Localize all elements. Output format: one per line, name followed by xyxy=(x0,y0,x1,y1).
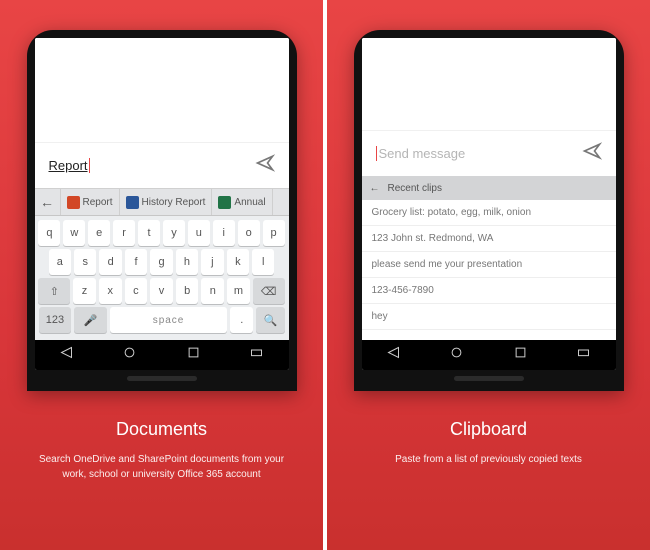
key-v[interactable]: v xyxy=(150,278,173,304)
key-shift[interactable]: ⇧ xyxy=(38,278,70,304)
key-b[interactable]: b xyxy=(176,278,199,304)
message-area: Send message xyxy=(362,38,616,176)
key-p[interactable]: p xyxy=(263,220,285,246)
key-y[interactable]: y xyxy=(163,220,185,246)
key-z[interactable]: z xyxy=(73,278,96,304)
key-g[interactable]: g xyxy=(150,249,172,275)
key-k[interactable]: k xyxy=(227,249,249,275)
back-icon[interactable]: ← xyxy=(35,189,61,215)
nav-home-icon[interactable] xyxy=(122,345,137,365)
key-l[interactable]: l xyxy=(252,249,274,275)
key-i[interactable]: i xyxy=(213,220,235,246)
powerpoint-icon xyxy=(67,196,80,209)
send-icon[interactable] xyxy=(255,153,275,178)
message-input[interactable]: Send message xyxy=(376,146,582,161)
suggestion-bar: ← Report History Report Annual xyxy=(35,188,289,216)
key-e[interactable]: e xyxy=(88,220,110,246)
clipboard-item[interactable]: Grocery list: potato, egg, milk, onion xyxy=(362,200,616,226)
keyboard: q w e r t y u i o p a s d f g h xyxy=(35,216,289,340)
key-space[interactable]: space xyxy=(110,307,227,333)
clipboard-header-label: Recent clips xyxy=(388,183,442,194)
key-h[interactable]: h xyxy=(176,249,198,275)
clipboard-list: Grocery list: potato, egg, milk, onion 1… xyxy=(362,200,616,340)
suggestion-item[interactable]: Annual xyxy=(212,189,272,215)
panel-documents: Report ← Report History Report xyxy=(0,0,323,550)
clipboard-header: ← Recent clips xyxy=(362,176,616,200)
caption-subtitle: Paste from a list of previously copied t… xyxy=(395,452,582,467)
nav-back-icon[interactable] xyxy=(59,345,74,365)
excel-icon xyxy=(218,196,231,209)
key-o[interactable]: o xyxy=(238,220,260,246)
clipboard-item[interactable]: 123-456-7890 xyxy=(362,278,616,304)
key-x[interactable]: x xyxy=(99,278,122,304)
key-m[interactable]: m xyxy=(227,278,250,304)
key-d[interactable]: d xyxy=(99,249,121,275)
suggestion-label: History Report xyxy=(142,197,206,208)
suggestion-item[interactable]: Report xyxy=(61,189,120,215)
phone-screen: Send message ← Recent clips Grocery list… xyxy=(362,38,616,370)
phone-speaker xyxy=(127,376,197,381)
suggestion-label: Report xyxy=(83,197,113,208)
mic-icon: 🎤 xyxy=(84,314,98,327)
caption-title: Clipboard xyxy=(450,419,527,440)
message-area: Report xyxy=(35,38,289,188)
message-input-row: Report xyxy=(35,142,289,188)
word-icon xyxy=(126,196,139,209)
message-input-row: Send message xyxy=(362,130,616,176)
phone-screen: Report ← Report History Report xyxy=(35,38,289,370)
key-backspace[interactable]: ⌫ xyxy=(253,278,285,304)
key-c[interactable]: c xyxy=(125,278,148,304)
key-f[interactable]: f xyxy=(125,249,147,275)
android-navbar xyxy=(362,340,616,370)
clipboard-item[interactable]: please send me your presentation xyxy=(362,252,616,278)
nav-recent-icon[interactable] xyxy=(513,345,528,365)
nav-keyboard-icon[interactable] xyxy=(576,345,591,365)
search-icon: 🔍 xyxy=(264,314,278,327)
send-icon[interactable] xyxy=(582,141,602,166)
message-input[interactable]: Report xyxy=(49,158,255,173)
nav-recent-icon[interactable] xyxy=(186,345,201,365)
key-u[interactable]: u xyxy=(188,220,210,246)
key-j[interactable]: j xyxy=(201,249,223,275)
key-period[interactable]: . xyxy=(230,307,253,333)
panel-clipboard: Send message ← Recent clips Grocery list… xyxy=(327,0,650,550)
phone-frame: Send message ← Recent clips Grocery list… xyxy=(354,30,624,391)
key-w[interactable]: w xyxy=(63,220,85,246)
key-n[interactable]: n xyxy=(201,278,224,304)
key-a[interactable]: a xyxy=(49,249,71,275)
nav-back-icon[interactable] xyxy=(386,345,401,365)
nav-keyboard-icon[interactable] xyxy=(249,345,264,365)
key-t[interactable]: t xyxy=(138,220,160,246)
clipboard-item[interactable]: 123 John st. Redmond, WA xyxy=(362,226,616,252)
back-icon[interactable]: ← xyxy=(370,183,380,194)
nav-home-icon[interactable] xyxy=(449,345,464,365)
clipboard-item[interactable]: hey xyxy=(362,304,616,330)
android-navbar xyxy=(35,340,289,370)
suggestion-item[interactable]: History Report xyxy=(120,189,213,215)
caption-subtitle: Search OneDrive and SharePoint documents… xyxy=(32,452,292,482)
phone-speaker xyxy=(454,376,524,381)
suggestion-label: Annual xyxy=(234,197,265,208)
phone-frame: Report ← Report History Report xyxy=(27,30,297,391)
key-r[interactable]: r xyxy=(113,220,135,246)
key-search[interactable]: 🔍 xyxy=(256,307,284,333)
key-mic[interactable]: 🎤 xyxy=(74,307,107,333)
caption-title: Documents xyxy=(116,419,207,440)
key-number-switch[interactable]: 123 xyxy=(39,307,72,333)
key-s[interactable]: s xyxy=(74,249,96,275)
key-q[interactable]: q xyxy=(38,220,60,246)
